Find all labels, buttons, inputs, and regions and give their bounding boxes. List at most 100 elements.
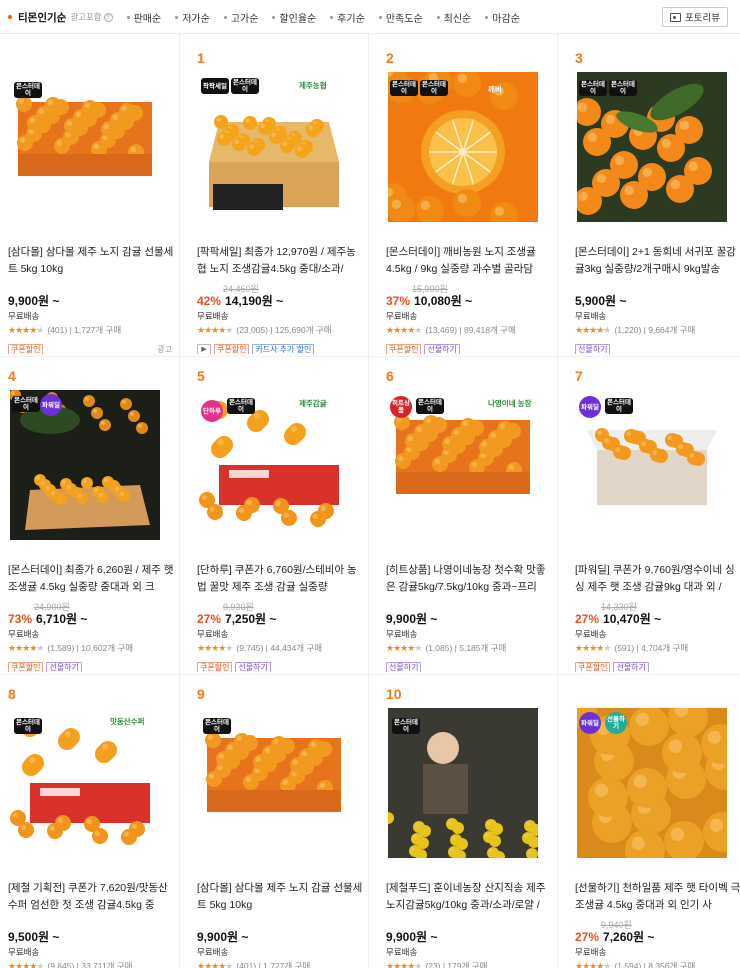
brand-logo: 제주농협: [299, 81, 327, 90]
sort-low-price[interactable]: 저가순: [175, 10, 210, 25]
tag-row: ▶ 쿠폰할인 카드사 추가 할인: [197, 344, 315, 354]
product-title[interactable]: [제철푸드] 훈이네농장 산지직송 제주노지감귤5kg/10kg 중과/소과/로…: [386, 880, 554, 914]
shipping-info: 무료배송: [197, 311, 229, 321]
sort-discount[interactable]: 할인율순: [272, 10, 316, 25]
benefit-tag: 선물하기: [613, 662, 649, 672]
product-image[interactable]: [577, 708, 727, 858]
tag-row: 쿠폰할인: [8, 344, 44, 354]
star-rating-icon: ★★★★★: [575, 642, 611, 653]
product-card[interactable]: 6 히트상품 몬스터데이 나영이네 농장 [히트상품] 나영이네농장 첫수확 맛좋은 감…: [378, 360, 564, 672]
review-count: (1,594): [614, 961, 642, 968]
price-line: 73% 6,710원 ~: [8, 610, 87, 627]
price-line: 27% 10,470원 ~: [575, 610, 661, 627]
rank-number: 6: [386, 368, 394, 384]
shipping-info: 무료배송: [8, 629, 40, 639]
sale-price: 10,080원 ~: [414, 294, 473, 308]
rating-row: ★★★★★ (23,005) | 125,690개 구매: [197, 324, 332, 336]
product-title[interactable]: [파워딜] 쿠폰가 9,760원/영수이네 싱싱 제주 햇 조생 감귤9kg 대…: [575, 562, 740, 596]
ad-label: 광고: [157, 345, 172, 354]
product-image[interactable]: [10, 390, 160, 540]
sort-high-price[interactable]: 고가순: [223, 10, 258, 25]
benefit-tag: 쿠폰할인: [8, 662, 44, 672]
sold-count: 125,690개 구매: [274, 325, 332, 335]
product-card[interactable]: 7 파워딜 몬스터데이 [파워딜] 쿠폰가 9,760원/영수이네 싱싱 제주 햇 조…: [567, 360, 740, 672]
shipping-info: 무료배송: [575, 947, 607, 957]
sort-popular[interactable]: 티몬인기순: [18, 10, 66, 25]
rank-number: 1: [197, 50, 205, 66]
sold-count: 5,185개 구매: [459, 643, 507, 653]
sale-price: 14,190원 ~: [225, 294, 284, 308]
product-title[interactable]: [몬스터데이] 깨비농원 노지 조생귤 4.5kg / 9kg 실중량 과수별 …: [386, 244, 554, 278]
promo-badge: 몬스터데이: [231, 78, 259, 94]
review-count: (401): [236, 961, 257, 968]
product-title[interactable]: [삼다몰] 삼다몰 제주 노지 감귤 선물세트 5kg 10kg: [197, 880, 365, 914]
product-card[interactable]: 2 몬스터데이 몬스터데이 깨비 [몬스터데이] 깨비농원 노지 조생귤 4.5kg /…: [378, 42, 564, 354]
promo-badge: 단하루: [201, 400, 223, 422]
product-card[interactable]: 5 단하루 몬스터데이 제주감귤 [단하루] 쿠폰가 6,760원/스테비아 농법 꿀맛…: [189, 360, 375, 672]
product-title[interactable]: [선물하기] 천하일품 제주 햇 타이벡 극조생귤 4.5kg 중대과 외 인기…: [575, 880, 740, 914]
sale-price: 9,500원 ~: [8, 930, 60, 944]
promo-badge: 몬스터데이: [203, 718, 231, 734]
promo-badge: 몬스터데이: [392, 718, 420, 734]
sort-satisfaction[interactable]: 만족도순: [378, 10, 423, 25]
review-count: (9,745): [236, 643, 264, 653]
star-rating-icon: ★★★★★: [197, 642, 233, 653]
promo-badge: 파워딜: [579, 396, 601, 418]
promo-badge: 선물하기: [605, 712, 627, 734]
product-card[interactable]: 몬스터데이 [삼다몰] 삼다몰 제주 노지 감귤 선물세트 5kg 10kg 9,9…: [0, 42, 186, 354]
product-title[interactable]: [단하루] 쿠폰가 6,760원/스테비아 농법 꿀맛 제주 조생 감귤 실중량: [197, 562, 365, 596]
video-play-icon: ▶: [197, 344, 211, 354]
sort-sales[interactable]: 판매순: [126, 10, 161, 25]
rank-number: 9: [197, 686, 205, 702]
product-card[interactable]: 9 몬스터데이 [삼다몰] 삼다몰 제주 노지 감귤 선물세트 5kg 10kg 9,…: [189, 678, 375, 968]
product-title[interactable]: [삼다몰] 삼다몰 제주 노지 감귤 선물세트 5kg 10kg: [8, 244, 176, 278]
sale-price: 10,470원 ~: [603, 612, 662, 626]
review-count: (23,005): [236, 325, 269, 335]
product-title[interactable]: [히트상품] 나영이네농장 첫수확 맛좋은 감귤5kg/7.5kg/10kg 중…: [386, 562, 554, 596]
photo-icon: [670, 12, 682, 22]
rank-number: 4: [8, 368, 16, 384]
product-title[interactable]: [몬스터데이] 2+1 동희네 서귀포 꿀감귤3kg 실중량/2개구매시 9kg…: [575, 244, 740, 278]
shipping-info: 무료배송: [8, 947, 40, 957]
promo-badge: 파워딜: [579, 712, 601, 734]
promo-badge: 몬스터데이: [605, 398, 633, 414]
brand-logo: 맛동산수퍼: [110, 717, 145, 726]
shipping-info: 무료배송: [575, 311, 607, 321]
benefit-tag: 쿠폰할인: [197, 662, 233, 672]
sold-count: 89,418개 구매: [463, 325, 516, 335]
shipping-info: 무료배송: [197, 947, 229, 957]
tag-row: 선물하기: [575, 344, 611, 354]
product-card[interactable]: 10 몬스터데이 [제철푸드] 훈이네농장 산지직송 제주노지감귤5kg/10kg …: [378, 678, 564, 968]
rating-row: ★★★★★ (591) | 4,704개 구매: [575, 642, 689, 654]
price-line: 27% 7,260원 ~: [575, 928, 654, 945]
product-card[interactable]: 3 몬스터데이 몬스터데이 [몬스터데이] 2+1 동희네 서귀포 꿀감귤3kg 실중…: [567, 42, 740, 354]
benefit-tag: 선물하기: [386, 662, 422, 672]
rank-number: 10: [386, 686, 402, 702]
info-icon[interactable]: ?: [103, 12, 113, 22]
sold-count: 1,727개 구매: [74, 325, 122, 335]
product-card[interactable]: 4 몬스터데이 파워딜 [몬스터데이] 최종가 6,260원 / 제주 햇 조생귤 4…: [0, 360, 186, 672]
sort-reviews[interactable]: 후기순: [330, 10, 365, 25]
product-card[interactable]: 파워딜 선물하기 [선물하기] 천하일품 제주 햇 타이벡 극조생귤 4.5kg 중…: [567, 678, 740, 968]
product-title[interactable]: [몬스터데이] 최종가 6,260원 / 제주 햇 조생귤 4.5kg 실중량 …: [8, 562, 176, 596]
benefit-tag: 선물하기: [235, 662, 271, 672]
product-title[interactable]: [팍팍세일] 최종가 12,970원 / 제주농협 노지 조생감귤4.5kg 중…: [197, 244, 365, 278]
sort-bar: 티몬인기순 광고포함 ? 판매순 저가순 고가순 할인율순 후기순 만족도순 최…: [0, 0, 740, 34]
product-card[interactable]: 8 몬스터데이 맛동산수퍼 [제철 기획전] 쿠폰가 7,620원/맛동산수퍼 엄선한…: [0, 678, 186, 968]
promo-badge: 파워딜: [40, 394, 62, 416]
sold-count: 9,664개 구매: [648, 325, 696, 335]
photo-review-button[interactable]: 포토리뷰: [662, 7, 728, 27]
product-image[interactable]: [199, 72, 349, 222]
discount-percent: 73%: [8, 612, 33, 626]
rating-row: ★★★★★ (401) | 1,727개 구매: [8, 324, 122, 336]
product-card[interactable]: 1 팍팍세일 몬스터데이 제주농협 [팍팍세일] 최종가 12,970원 / 제주농협 …: [189, 42, 375, 354]
price-line: 37% 10,080원 ~: [386, 292, 472, 309]
promo-badge: 몬스터데이: [227, 398, 255, 414]
product-title[interactable]: [제철 기획전] 쿠폰가 7,620원/맛동산수퍼 엄선한 첫 조생 감귤4.5…: [8, 880, 176, 914]
review-count: (9,845): [47, 961, 75, 968]
rating-row: ★★★★★ (1,220) | 9,664개 구매: [575, 324, 696, 336]
brand-logo: 제주감귤: [299, 399, 327, 408]
rank-number: 7: [575, 368, 583, 384]
sort-newest[interactable]: 최신순: [436, 10, 471, 25]
sort-closing[interactable]: 마감순: [485, 10, 520, 25]
